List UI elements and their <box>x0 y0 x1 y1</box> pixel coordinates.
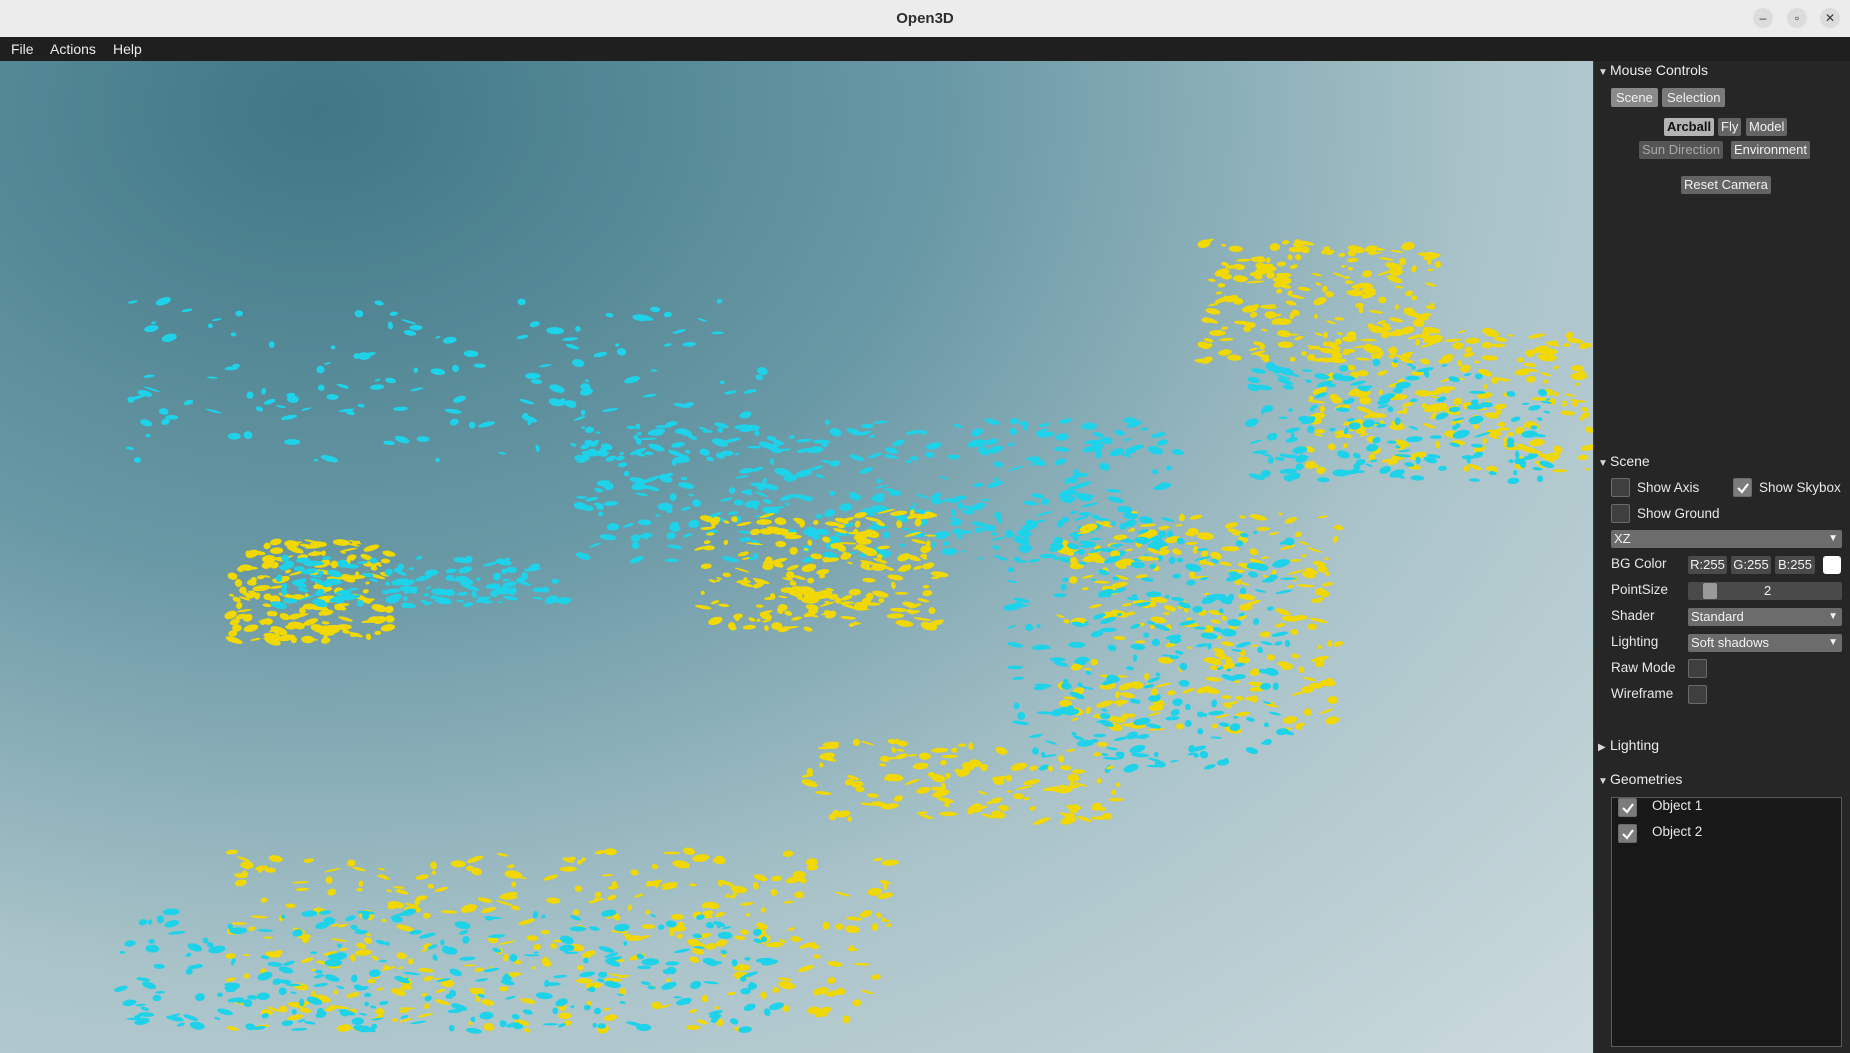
geometries-header-label: Geometries <box>1610 771 1683 787</box>
dropdown-arrow-icon: ▼ <box>1828 611 1838 622</box>
raw-mode-checkbox[interactable] <box>1688 659 1707 678</box>
object-2-label: Object 2 <box>1652 824 1703 839</box>
bg-color-g-field[interactable]: G:255 <box>1731 556 1771 574</box>
tab-scene[interactable]: Scene <box>1611 88 1658 107</box>
show-ground-label: Show Ground <box>1637 506 1720 521</box>
sun-direction-button[interactable]: Sun Direction <box>1639 141 1724 159</box>
lighting-select[interactable]: Soft shadows ▼ <box>1688 634 1842 652</box>
slider-handle[interactable] <box>1703 583 1717 599</box>
wireframe-label: Wireframe <box>1611 686 1674 701</box>
point-cloud-canvas[interactable] <box>0 61 1593 1053</box>
expand-triangle-icon: ▶ <box>1598 742 1606 753</box>
object-1-label: Object 1 <box>1652 798 1703 813</box>
fly-button[interactable]: Fly <box>1718 118 1742 136</box>
collapse-triangle-icon: ▼ <box>1598 458 1608 469</box>
bg-color-swatch[interactable] <box>1823 556 1841 574</box>
3d-viewport[interactable] <box>0 61 1593 1053</box>
geometries-list[interactable]: Object 1 Object 2 <box>1611 797 1842 1047</box>
shader-select[interactable]: Standard ▼ <box>1688 608 1842 626</box>
checkmark-icon <box>1622 829 1634 840</box>
point-cloud-cyan-center <box>573 417 1184 564</box>
menu-actions[interactable]: Actions <box>50 37 96 61</box>
object-1-checkbox[interactable] <box>1618 798 1637 817</box>
bg-color-r-field[interactable]: R:255 <box>1688 556 1727 574</box>
arcball-button[interactable]: Arcball <box>1664 118 1715 136</box>
maximize-button[interactable]: ▫ <box>1787 8 1807 28</box>
point-size-label: PointSize <box>1611 582 1669 597</box>
show-axis-label: Show Axis <box>1637 480 1700 495</box>
shader-value: Standard <box>1691 609 1744 624</box>
bg-color-label: BG Color <box>1611 556 1667 571</box>
object-2-checkbox[interactable] <box>1618 824 1637 843</box>
show-skybox-checkbox[interactable] <box>1733 478 1752 497</box>
mouse-controls-header[interactable]: ▼ Mouse Controls <box>1598 61 1708 79</box>
point-cloud-yellow-mid <box>801 738 1124 825</box>
minimize-button[interactable]: – <box>1753 8 1773 28</box>
point-cloud-cyan-far <box>126 297 768 464</box>
collapse-triangle-icon: ▼ <box>1598 776 1608 787</box>
menu-file[interactable]: File <box>11 37 34 61</box>
collapse-triangle-icon: ▼ <box>1598 67 1608 78</box>
title-bar: Open3D – ▫ ✕ <box>0 0 1850 38</box>
bg-color-b-field[interactable]: B:255 <box>1775 556 1815 574</box>
close-button[interactable]: ✕ <box>1820 8 1840 28</box>
raw-mode-label: Raw Mode <box>1611 660 1676 675</box>
point-cloud-cyan-left <box>270 554 572 609</box>
shader-label: Shader <box>1611 608 1655 623</box>
ground-plane-select[interactable]: XZ ▼ <box>1611 530 1842 548</box>
dropdown-arrow-icon: ▼ <box>1828 533 1838 544</box>
lighting-label: Lighting <box>1611 634 1659 649</box>
show-axis-checkbox[interactable] <box>1611 478 1630 497</box>
checkmark-icon <box>1622 803 1634 814</box>
lighting-value: Soft shadows <box>1691 635 1770 650</box>
point-cloud-yellow-left <box>224 538 396 646</box>
menu-bar: File Actions Help <box>0 37 1850 61</box>
geometries-header[interactable]: ▼ Geometries <box>1598 770 1682 788</box>
scene-header[interactable]: ▼ Scene <box>1598 452 1650 470</box>
dropdown-arrow-icon: ▼ <box>1828 637 1838 648</box>
wireframe-checkbox[interactable] <box>1688 685 1707 704</box>
settings-panel: ▼ Mouse Controls Scene Selection Arcball … <box>1593 61 1850 1053</box>
point-size-slider[interactable]: 2 <box>1688 582 1842 600</box>
tab-selection[interactable]: Selection <box>1662 88 1726 107</box>
lighting-header[interactable]: ▶ Lighting <box>1598 736 1659 754</box>
point-cloud-cyan-right <box>1244 358 1555 485</box>
checkmark-icon <box>1737 483 1749 494</box>
menu-help[interactable]: Help <box>113 37 142 61</box>
reset-camera-button[interactable]: Reset Camera <box>1681 176 1771 194</box>
show-ground-checkbox[interactable] <box>1611 504 1630 523</box>
lighting-header-label: Lighting <box>1610 737 1660 753</box>
window-title: Open3D <box>896 10 954 27</box>
model-button[interactable]: Model <box>1746 118 1788 136</box>
show-skybox-label: Show Skybox <box>1759 480 1841 495</box>
environment-button[interactable]: Environment <box>1731 141 1810 159</box>
point-cloud-yellow-center <box>694 508 949 633</box>
mouse-controls-label: Mouse Controls <box>1610 62 1709 78</box>
ground-plane-value: XZ <box>1614 531 1631 546</box>
scene-header-label: Scene <box>1610 453 1650 469</box>
point-cloud-cyan-arc <box>1003 529 1298 773</box>
point-size-value: 2 <box>1764 583 1772 598</box>
